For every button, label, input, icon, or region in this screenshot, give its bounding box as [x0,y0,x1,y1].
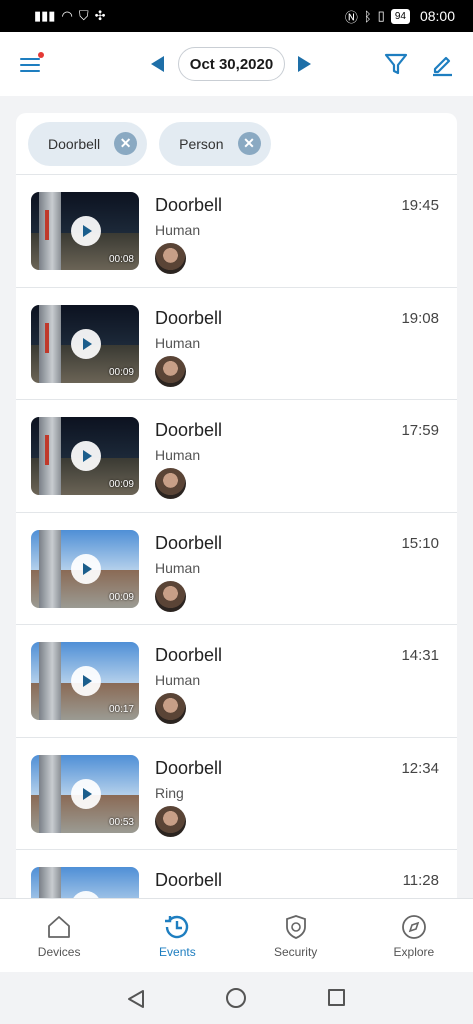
event-title: Doorbell [155,645,223,665]
event-type: Human [155,559,201,576]
home-button[interactable] [226,988,246,1008]
back-icon[interactable] [126,989,146,1009]
tab-devices[interactable]: Devices [0,899,118,972]
event-title: Doorbell [155,307,223,328]
tab-events[interactable]: Events [118,899,236,972]
vpn-icon: ⛉ [78,8,89,23]
bluetooth-icon: ᛒ [363,8,372,24]
event-thumbnail[interactable]: 00:09 [31,529,139,608]
tab-label: Explore [393,944,435,959]
battery-indicator: 94 [390,8,410,24]
previous-day-button[interactable] [151,56,164,72]
filter-chip-label: Person [179,135,224,152]
person-avatar [155,580,186,612]
menu-icon [20,58,40,60]
event-thumbnail[interactable]: 00:17 [31,642,139,720]
menu-button[interactable] [18,52,44,78]
event-time: 19:45 [401,197,439,214]
event-title: Doorbell [155,195,223,215]
next-day-button[interactable] [298,56,311,72]
bottom-tab-bar: Devices Events Security Explore [0,898,473,972]
event-thumbnail[interactable]: 00:09 [31,417,139,495]
event-row[interactable]: 00:09 Doorbell Human 15:10 [16,513,457,625]
play-icon[interactable] [71,553,101,584]
filter-chip-doorbell[interactable]: Doorbell ✕ [28,121,148,166]
vibrate-icon: ▯ [377,8,385,23]
event-time: 14:31 [401,647,439,664]
notification-dot [38,52,44,58]
event-time: 19:08 [401,309,439,327]
filter-icon[interactable] [382,50,410,78]
menu-icon-line [20,70,40,72]
play-icon[interactable] [71,328,101,359]
person-avatar [155,355,186,387]
app-header: Oct 30,2020 [0,32,473,96]
event-thumbnail[interactable]: 00:09 [31,304,139,383]
compass-icon [401,914,426,939]
events-card: Doorbell ✕ Person ✕ 00:08 Doorbell Human… [16,113,457,913]
fan-icon: ✣ [94,8,106,23]
event-row[interactable]: 00:09 Doorbell Human 19:08 [16,288,457,400]
event-title: Doorbell [155,532,223,553]
system-nav-bar [0,972,473,1024]
clock-history-icon [165,915,189,938]
person-avatar [155,243,186,274]
tab-security[interactable]: Security [237,899,355,972]
event-time: 12:34 [401,759,439,777]
tab-label: Events [159,944,196,959]
filter-chip-label: Doorbell [48,135,101,152]
nfc-icon: Ⓝ [344,9,358,25]
filter-chips: Doorbell ✕ Person ✕ [16,113,457,175]
signal-icon: ▮▮▮ [34,8,56,23]
event-type: Ring [155,784,184,801]
event-row[interactable]: 00:53 Doorbell Ring 12:34 [16,738,457,850]
person-avatar [155,468,186,499]
tab-explore[interactable]: Explore [355,899,473,972]
menu-icon-line [20,64,40,66]
event-thumbnail[interactable]: 00:08 [31,192,139,270]
play-icon[interactable] [71,216,101,246]
event-row[interactable]: 00:08 Doorbell Human 19:45 [16,175,457,288]
video-duration: 00:53 [108,816,134,828]
video-duration: 00:08 [108,254,134,265]
tab-label: Security [273,944,318,959]
play-icon[interactable] [71,441,101,471]
event-title: Doorbell [155,420,223,440]
shield-icon [285,914,306,939]
wifi-icon: ◠ [61,8,73,23]
event-time: 15:10 [401,534,439,552]
home-icon [48,915,71,938]
filter-chip-person[interactable]: Person ✕ [159,121,271,166]
event-thumbnail[interactable]: 00:53 [31,754,139,833]
recent-apps-button[interactable] [328,989,345,1006]
event-type: Human [155,334,201,351]
event-time: 11:28 [402,872,439,889]
status-bar: ▮▮▮ ◠ ⛉ ✣ Ⓝ ᛒ ▯ 94 08:00 [0,0,473,32]
remove-filter-icon[interactable]: ✕ [114,132,138,155]
date-picker[interactable]: Oct 30,2020 [178,47,285,81]
video-duration: 00:09 [108,591,134,603]
event-type: Human [155,222,201,238]
person-avatar [155,693,186,724]
event-list: 00:08 Doorbell Human 19:45 00:09 Doorbel… [16,175,457,913]
event-time: 17:59 [401,422,439,439]
person-avatar [155,805,186,837]
video-duration: 00:09 [108,479,134,490]
tab-label: Devices [37,944,81,959]
play-icon[interactable] [71,666,101,696]
event-type: Human [155,447,201,463]
event-type: Human [155,672,201,688]
event-title: Doorbell [155,870,223,890]
status-clock: 08:00 [419,8,455,24]
video-duration: 00:09 [108,366,134,378]
event-title: Doorbell [155,757,223,778]
play-icon[interactable] [71,778,101,809]
event-row[interactable]: 00:17 Doorbell Human 14:31 [16,625,457,738]
edit-icon[interactable] [428,50,456,78]
event-row[interactable]: 00:09 Doorbell Human 17:59 [16,400,457,513]
video-duration: 00:17 [108,704,134,715]
remove-filter-icon[interactable]: ✕ [237,132,261,155]
